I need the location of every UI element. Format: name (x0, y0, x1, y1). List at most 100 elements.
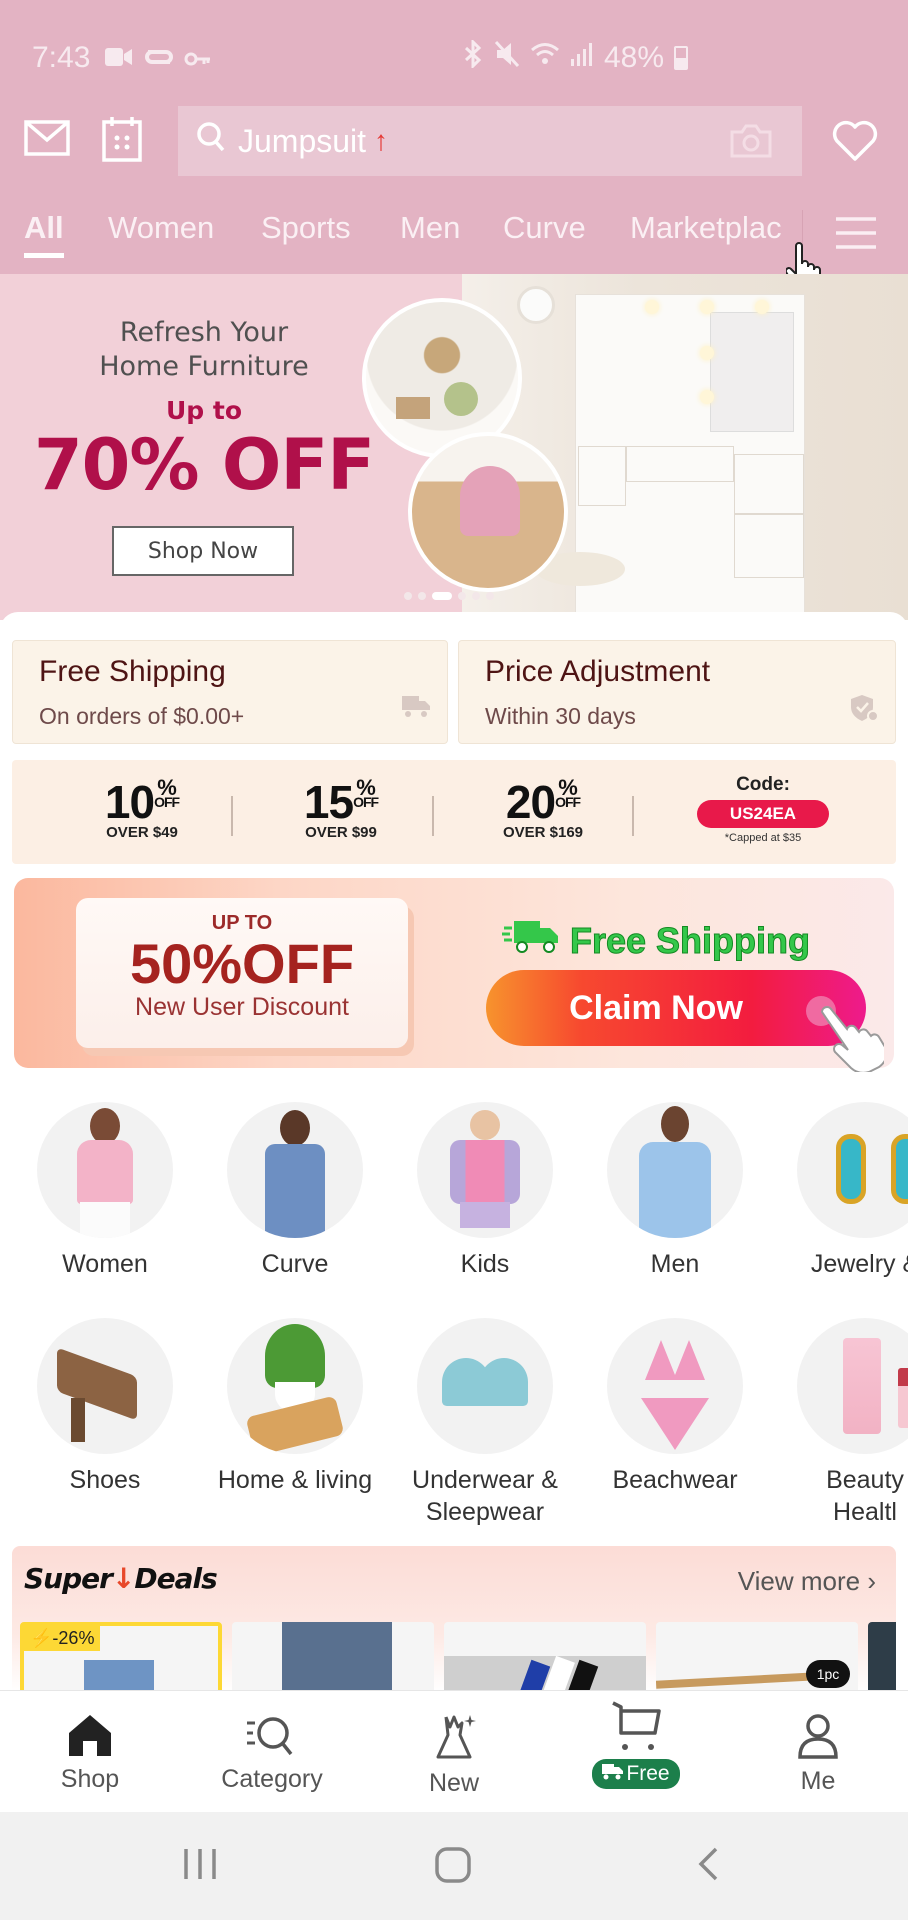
coupon-divider (432, 796, 434, 836)
status-bar: 7:43 48% (32, 38, 876, 78)
category-tabs: All Women Sports Men Curve Marketplac (0, 210, 908, 289)
jeans-image (282, 1622, 392, 1692)
nav-label: Free (626, 1762, 670, 1785)
deal-card[interactable]: 1pc (656, 1622, 858, 1692)
carousel-dot-active[interactable] (432, 592, 452, 600)
tab-sports[interactable]: Sports (261, 210, 351, 246)
coupon-threshold: OVER $99 (305, 824, 377, 841)
drawer (578, 446, 626, 506)
category-men[interactable]: Men (580, 1102, 770, 1280)
tab-men[interactable]: Men (400, 210, 460, 246)
carousel-dot[interactable] (418, 592, 426, 600)
category-beauty-health[interactable]: Beauty Healtl (770, 1318, 908, 1528)
flash-discount-badge: ⚡-26% (24, 1626, 101, 1651)
mirror-image (710, 312, 794, 432)
shop-now-button[interactable]: Shop Now (112, 526, 294, 576)
category-image (607, 1318, 743, 1454)
view-more-link[interactable]: View more › (738, 1566, 876, 1597)
video-call-icon (104, 42, 134, 75)
deal-card[interactable] (868, 1622, 896, 1692)
dress-sparkle-icon (430, 1715, 478, 1765)
bulb (700, 346, 714, 360)
tab-curve[interactable]: Curve (503, 210, 586, 246)
discount-value: -26% (52, 1628, 95, 1648)
service-subtitle: On orders of $0.00+ (39, 703, 245, 729)
super-deals-section: Super↓Deals View more › ⚡-26% 1pc (12, 1546, 896, 1692)
nav-category[interactable]: Category (192, 1713, 352, 1794)
nav-new[interactable]: New (374, 1713, 534, 1798)
category-label: Women (62, 1250, 148, 1278)
category-label: Curve (261, 1250, 329, 1278)
truck-icon (401, 693, 431, 723)
nav-label: Me (800, 1767, 836, 1795)
carousel-dot[interactable] (472, 592, 480, 600)
profile-icon (796, 1714, 840, 1763)
category-women[interactable]: Women (10, 1102, 200, 1280)
category-kids[interactable]: Kids (390, 1102, 580, 1280)
nav-cart[interactable]: Free (556, 1701, 716, 1789)
category-jewelry[interactable]: Jewelry & (770, 1102, 908, 1280)
recent-apps-icon[interactable] (182, 1846, 218, 1886)
promo-code-pill[interactable]: US24EA (697, 800, 829, 828)
category-image (417, 1318, 553, 1454)
drawer (626, 446, 734, 482)
category-beachwear[interactable]: Beachwear (580, 1318, 770, 1496)
down-arrow-icon: ↓ (111, 1562, 135, 1595)
calendar-icon[interactable] (102, 116, 142, 162)
quantity-tag: 1pc (806, 1660, 850, 1688)
nav-me[interactable]: Me (738, 1713, 898, 1796)
coupon-tier: 15% OFF OVER $99 (266, 777, 416, 842)
tab-women[interactable]: Women (108, 210, 214, 246)
carousel-dot[interactable] (458, 592, 466, 600)
bluetooth-icon (462, 38, 484, 76)
wishlist-heart-icon[interactable] (832, 120, 878, 162)
search-placeholder: Jumpsuit (238, 122, 367, 159)
claim-now-button[interactable]: Claim Now (486, 970, 866, 1046)
coupon-strip[interactable]: 10% OFF OVER $49 15% OFF OVER $99 20% OFF O… (12, 760, 896, 864)
coupon-threshold: OVER $49 (106, 824, 178, 841)
promo-code-block: Code: US24EA *Capped at $35 (688, 774, 838, 844)
deal-card[interactable] (444, 1622, 646, 1692)
search-icon (196, 121, 226, 161)
menu-icon[interactable] (834, 216, 878, 254)
nav-label: Category (221, 1765, 323, 1793)
code-label: Code: (736, 774, 790, 795)
back-icon[interactable] (696, 1846, 720, 1886)
nav-label: Shop (60, 1765, 120, 1793)
camera-icon[interactable] (730, 124, 772, 166)
free-shipping-card[interactable]: Free Shipping On orders of $0.00+ (12, 640, 448, 744)
service-subtitle: Within 30 days (485, 703, 636, 729)
category-image (227, 1102, 363, 1238)
vpn-key-icon (184, 42, 212, 75)
tab-all[interactable]: All (24, 210, 64, 258)
price-adjustment-card[interactable]: Price Adjustment Within 30 days (458, 640, 896, 744)
promo-subtitle: New User Discount (135, 993, 349, 1021)
home-icon (67, 1715, 113, 1761)
coupon-off: OFF (154, 794, 180, 810)
carousel-dot[interactable] (486, 592, 494, 600)
search-input[interactable]: Jumpsuit ↑ (178, 106, 802, 176)
truck-icon (602, 1762, 624, 1786)
mail-icon[interactable] (24, 120, 70, 156)
category-shoes[interactable]: Shoes (10, 1318, 200, 1496)
tap-hand-icon (814, 1006, 888, 1076)
category-underwear-sleepwear[interactable]: Underwear & Sleepwear (390, 1318, 580, 1528)
cart-icon (609, 1701, 663, 1757)
home-button-icon[interactable] (434, 1846, 472, 1888)
category-image (797, 1102, 908, 1238)
deal-card[interactable]: ⚡-26% (20, 1622, 222, 1692)
new-user-promo-banner[interactable]: UP TO 50%OFF New User Discount Free Ship… (14, 878, 894, 1074)
discount-card: UP TO 50%OFF New User Discount (76, 898, 408, 1048)
bulb (755, 300, 769, 314)
category-curve[interactable]: Curve (200, 1102, 390, 1280)
category-home-living[interactable]: Home & living (200, 1318, 390, 1496)
category-image (37, 1102, 173, 1238)
promo-free-shipping: Free Shipping (502, 918, 811, 963)
nav-shop[interactable]: Shop (10, 1713, 170, 1794)
tab-marketplace[interactable]: Marketplac (630, 210, 802, 246)
coupon-percent: 20 (505, 776, 556, 828)
carousel-dot[interactable] (404, 592, 412, 600)
coupon-threshold: OVER $169 (502, 824, 584, 841)
deal-card[interactable] (232, 1622, 434, 1692)
bulb (645, 300, 659, 314)
